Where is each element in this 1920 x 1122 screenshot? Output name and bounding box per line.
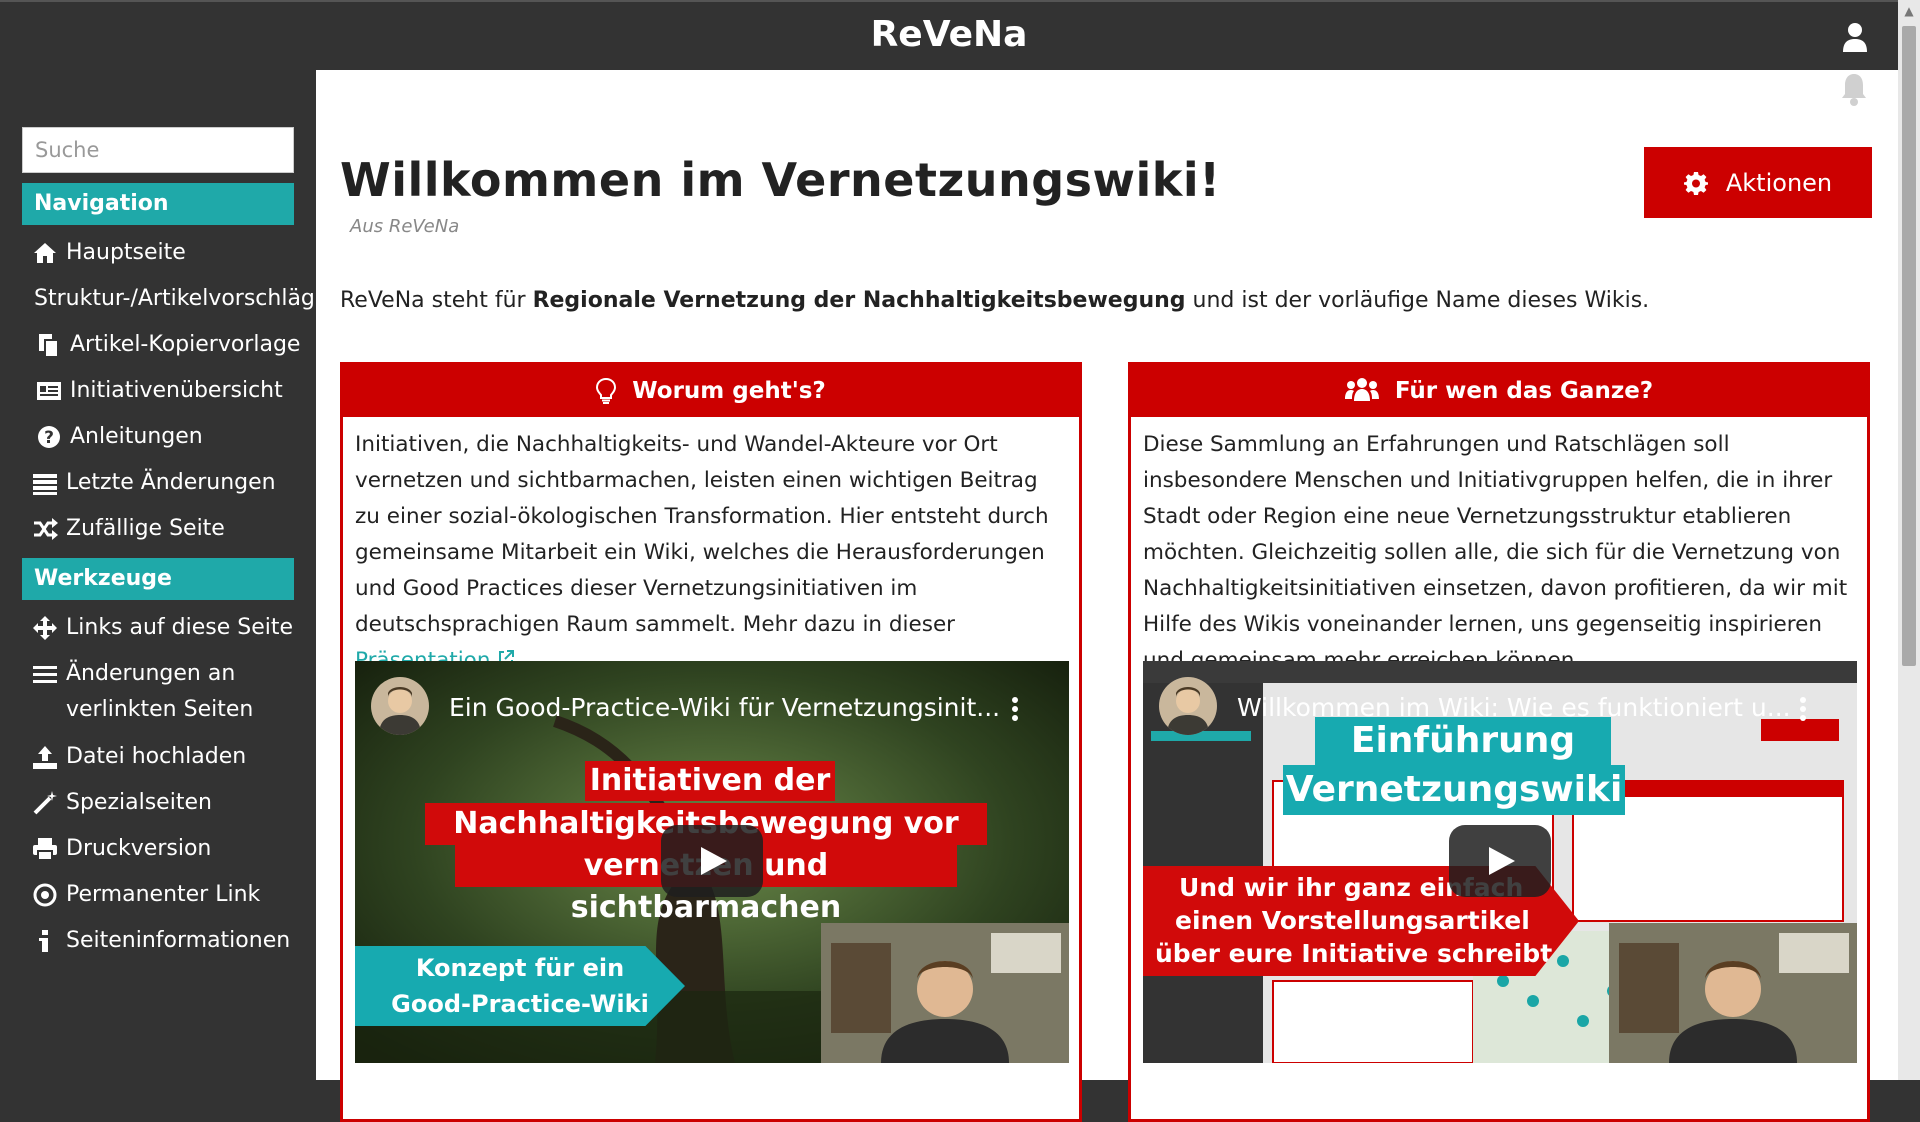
more-vertical-icon[interactable] [1011,697,1019,721]
box-heading: Für wen das Ganze? [1131,365,1867,417]
box-heading: Worum geht's? [343,365,1079,417]
more-vertical-icon[interactable] [1799,697,1807,721]
sidebar-item-seiteninformationen[interactable]: Seiteninformationen [32,923,312,959]
red-line3: über eure Initiative schreibt [1155,939,1553,968]
sidebar-item-label: Letzte Änderungen [66,470,276,495]
sidebar-item-strukturvorschlaege[interactable]: Struktur-/Artikelvorschläge [34,281,328,317]
page-title: Willkommen im Vernetzungswiki! [340,153,1221,207]
box-paragraph: Diese Sammlung an Erfahrungen und Ratsch… [1143,432,1848,673]
video-presenter-image [821,923,1069,1063]
sidebar-item-label: Zufällige Seite [66,516,225,541]
actions-button[interactable]: Aktionen [1644,147,1872,218]
scroll-up-arrow-icon[interactable]: ▲ [1898,0,1920,22]
video-play-button[interactable] [1449,825,1551,897]
teal-line2: Good-Practice-Wiki [391,990,649,1018]
page-subtitle: Aus ReVeNa [350,216,460,237]
sidebar-item-permanenter-link[interactable]: Permanenter Link [32,877,312,913]
svg-text:?: ? [44,428,54,448]
bell-icon[interactable] [1840,70,1868,110]
scrollbar[interactable]: ▲ [1898,0,1920,1080]
print-icon [33,838,57,861]
question-icon: ? [38,426,60,448]
site-brand[interactable]: ReVeNa [0,14,1898,55]
sidebar-item-links-auf-diese-seite[interactable]: Links auf diese Seite [32,610,312,646]
sidebar-item-label: Anleitungen [70,424,203,449]
box-heading-text: Für wen das Ganze? [1394,378,1654,404]
top-bar: ReVeNa [0,0,1898,70]
list-card-icon [37,382,61,400]
sidebar-item-label: Änderungen an verlinkten Seiten [66,661,254,722]
sidebar-item-aenderungen-verlinkte[interactable]: Änderungen an verlinkten Seiten [32,656,282,728]
sidebar-item-label: Druckversion [66,836,212,861]
box-paragraph: Initiativen, die Nachhaltigkeits- und Wa… [355,432,1049,637]
sidebar-item-hauptseite[interactable]: Hauptseite [32,235,312,271]
box-text: Diese Sammlung an Erfahrungen und Ratsch… [1131,417,1867,679]
sidebar: Navigation Hauptseite Struktur-/Artikelv… [0,70,328,1080]
box-fuer-wen: Für wen das Ganze? Diese Sammlung an Erf… [1128,362,1870,1122]
intro-paragraph: ReVeNa steht für Regionale Vernetzung de… [340,288,1649,313]
actions-label: Aktionen [1725,168,1833,197]
box-heading-text: Worum geht's? [632,378,826,404]
sidebar-item-label: Hauptseite [66,240,186,265]
video-play-button[interactable] [661,825,763,897]
lightbulb-icon [596,378,617,404]
werkzeuge-heading: Werkzeuge [22,558,294,600]
sidebar-item-label: Links auf diese Seite [66,615,294,640]
navigation-heading: Navigation [22,183,294,225]
video-banner-teal-line1: Einführung ins [1315,717,1611,809]
channel-avatar[interactable] [1159,677,1217,735]
sidebar-item-label: Initiativenübersicht [70,378,283,403]
video-title[interactable]: Ein Good-Practice-Wiki für Vernetzungsin… [449,693,1000,722]
target-icon [33,883,57,907]
scroll-thumb[interactable] [1902,26,1916,666]
video-banner-teal: Konzept für ein Good-Practice-Wiki [355,946,685,1026]
wand-icon [33,791,57,815]
video-presenter-image [1609,923,1857,1063]
gear-icon [1683,171,1708,195]
sidebar-item-label: Permanenter Link [66,882,261,907]
upload-icon [33,746,57,769]
users-icon [1344,378,1379,401]
sidebar-item-label: Artikel-Kopiervorlage [70,332,301,357]
youtube-video-player[interactable]: Ein Good-Practice-Wiki für Vernetzungsin… [355,661,1069,1063]
box-worum-gehts: Worum geht's? Initiativen, die Nachhalti… [340,362,1082,1122]
home-icon [34,243,56,263]
video-banner-teal-line2: Vernetzungswiki [1283,765,1625,815]
sidebar-item-label: Datei hochladen [66,744,247,769]
intro-bold: Regionale Vernetzung der Nachhaltigkeits… [532,288,1186,313]
search-input[interactable] [22,127,294,173]
sidebar-item-label: Struktur-/Artikelvorschläge [34,286,329,311]
info-icon [39,930,48,952]
box-text: Initiativen, die Nachhaltigkeits- und Wa… [343,417,1079,679]
sidebar-item-datei-hochladen[interactable]: Datei hochladen [32,739,312,775]
red-line2: einen Vorstellungsartikel [1175,906,1530,935]
youtube-video-player[interactable]: Willkommen im Wiki: Wie es funktioniert … [1143,661,1857,1063]
copy-icon [39,334,59,358]
intro-text: ReVeNa steht für [340,288,533,313]
shuffle-icon [34,518,58,540]
sidebar-item-zufaellige-seite[interactable]: Zufällige Seite [32,511,312,547]
bars-icon [33,666,57,683]
video-banner-red-line1: Initiativen der [585,761,835,801]
sidebar-item-letzte-aenderungen[interactable]: Letzte Änderungen [32,465,312,501]
sidebar-item-label: Spezialseiten [66,790,212,815]
move-arrows-icon [33,616,57,640]
sidebar-item-spezialseiten[interactable]: Spezialseiten [32,785,312,821]
sidebar-item-initiativenuebersicht[interactable]: Initiativenübersicht [36,373,316,409]
channel-avatar[interactable] [371,677,429,735]
sidebar-item-druckversion[interactable]: Druckversion [32,831,312,867]
teal-line1: Konzept für ein [415,954,625,982]
intro-text-end: und ist der vorläufige Name dieses Wikis… [1185,288,1650,313]
sidebar-item-label: Seiteninformationen [66,928,291,953]
user-icon[interactable] [1842,22,1868,52]
sidebar-item-kopiervorlage[interactable]: Artikel-Kopiervorlage [36,327,316,363]
changes-icon [33,474,57,495]
sidebar-item-anleitungen[interactable]: ? Anleitungen [36,419,316,455]
main-content: Willkommen im Vernetzungswiki! Aus ReVeN… [316,70,1898,1122]
